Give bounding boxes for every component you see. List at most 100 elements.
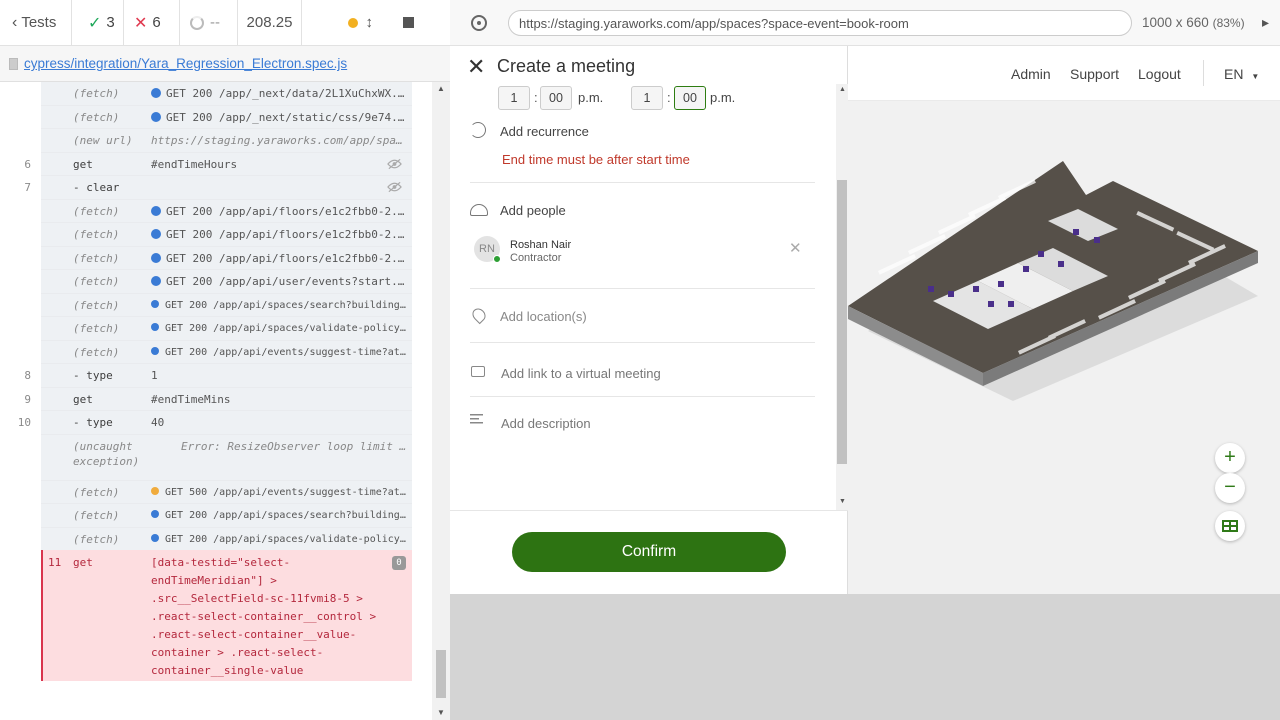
command-row[interactable]: 6 get #endTimeHours bbox=[24, 152, 412, 176]
command-message-text: GET 200 /app/api/spaces/validate-policy?… bbox=[165, 533, 407, 545]
reporter-header: ‹ Tests ✓ 3 ✕ 6 -- 208.25 ↕ bbox=[0, 0, 450, 46]
admin-link[interactable]: Admin bbox=[1011, 66, 1051, 82]
command-row[interactable]: 10 - type 40 bbox=[18, 411, 412, 435]
scroll-down-icon[interactable]: ▼ bbox=[839, 498, 846, 505]
command-message: GET 200 /app/api/floors/e1c2fbb0-2... bbox=[151, 205, 407, 218]
command-number: 8 bbox=[24, 369, 31, 382]
command-message-text: GET 200 /app/_next/static/css/9e74... bbox=[166, 110, 407, 124]
command-log: (fetch) GET 200 /app/_next/data/2L1XuChxW… bbox=[0, 82, 432, 698]
divider bbox=[470, 342, 815, 343]
failed-count[interactable]: ✕ 6 bbox=[124, 0, 180, 46]
pending-count[interactable]: -- bbox=[180, 0, 238, 46]
panel-scrollbar-thumb[interactable] bbox=[837, 180, 847, 464]
command-row[interactable]: (new url) https://staging.yaraworks.com/a… bbox=[41, 129, 412, 153]
duration-value: 208.25 bbox=[246, 14, 293, 31]
url-input[interactable]: https://staging.yaraworks.com/app/spaces… bbox=[508, 10, 1132, 36]
auto-scroll-toggle[interactable]: ↕ bbox=[366, 14, 374, 31]
passed-count[interactable]: ✓ 3 bbox=[72, 0, 124, 46]
viewport-zoom: (83%) bbox=[1212, 16, 1245, 30]
reporter-scrollbar[interactable]: ▲ ▼ bbox=[432, 82, 450, 720]
confirm-button[interactable]: Confirm bbox=[512, 532, 786, 572]
command-row[interactable]: (fetch) GET 200 /app/api/spaces/search?bu… bbox=[41, 504, 412, 528]
command-row[interactable]: (fetch) GET 200 /app/api/spaces/validate-… bbox=[41, 527, 412, 551]
floor-view-button[interactable] bbox=[1215, 511, 1245, 541]
command-row[interactable]: (fetch) GET 200 /app/api/floors/e1c2fbb0-… bbox=[41, 246, 412, 270]
request-status-dot bbox=[151, 205, 161, 216]
command-message-text: #endTimeMins bbox=[151, 392, 231, 406]
stop-button[interactable] bbox=[403, 17, 414, 28]
file-icon bbox=[9, 57, 18, 70]
add-people-button[interactable]: Add people bbox=[500, 203, 566, 218]
command-message: GET 500 /app/api/events/suggest-time?att… bbox=[151, 486, 407, 498]
create-meeting-panel: ✕ Create a meeting 1 : 00 p.m. 1 : 00 p.… bbox=[450, 46, 848, 594]
scroll-up-icon[interactable]: ▲ bbox=[437, 84, 445, 93]
panel-scrollbar[interactable]: ▲ ▼ bbox=[836, 84, 848, 510]
command-message-text: GET 200 /app/api/spaces/search?buildingU… bbox=[165, 299, 407, 311]
command-row[interactable]: 7 - clear bbox=[24, 176, 412, 200]
end-minute-input[interactable]: 00 bbox=[674, 86, 706, 110]
app-under-test: Admin Support Logout EN ▼ + − ✕ Create a… bbox=[450, 46, 1280, 594]
command-message-text: GET 200 /app/api/spaces/validate-policy?… bbox=[165, 323, 407, 334]
command-row[interactable]: (fetch) GET 200 /app/_next/static/css/9e7… bbox=[41, 105, 412, 129]
support-link[interactable]: Support bbox=[1070, 66, 1119, 82]
description-icon bbox=[470, 414, 483, 425]
attendee-name: Roshan Nair bbox=[510, 239, 572, 251]
add-recurrence-button[interactable]: Add recurrence bbox=[500, 124, 589, 139]
spec-path-link[interactable]: cypress/integration/Yara_Regression_Elec… bbox=[24, 56, 347, 71]
zoom-out-button[interactable]: − bbox=[1215, 473, 1245, 503]
remove-attendee-icon[interactable]: ✕ bbox=[789, 239, 802, 257]
command-message-text: GET 200 /app/api/events/suggest-time?att… bbox=[165, 346, 407, 358]
grid-icon bbox=[1222, 520, 1238, 532]
aut-background bbox=[450, 594, 1280, 720]
command-message-text: GET 200 /app/api/floors/e1c2fbb0-2... bbox=[166, 251, 407, 265]
command-row[interactable]: (fetch) GET 200 /app/api/user/events?star… bbox=[41, 270, 412, 294]
command-message: 40 bbox=[151, 416, 407, 429]
logout-link[interactable]: Logout bbox=[1138, 66, 1181, 82]
command-row[interactable]: (fetch) GET 500 /app/api/events/suggest-t… bbox=[41, 480, 412, 504]
zoom-in-button[interactable]: + bbox=[1215, 443, 1245, 473]
add-location-input[interactable]: Add location(s) bbox=[500, 309, 587, 324]
close-icon[interactable]: ✕ bbox=[467, 54, 485, 80]
scroll-down-icon[interactable]: ▼ bbox=[437, 708, 445, 717]
end-hour-input[interactable]: 1 bbox=[631, 86, 663, 110]
online-status-dot bbox=[493, 255, 501, 263]
failed-command-row[interactable]: 11 get [data-testid="select-endTimeMerid… bbox=[41, 550, 412, 681]
command-name: (fetch) bbox=[73, 532, 120, 546]
command-message-text: GET 200 /app/api/user/events?start... bbox=[166, 275, 407, 288]
info-icon[interactable]: ▸ bbox=[1262, 14, 1269, 31]
command-row[interactable]: (uncaught exception) Error: ResizeObserver… bbox=[41, 434, 412, 481]
back-to-tests-button[interactable]: ‹ Tests bbox=[0, 0, 72, 46]
add-description-input[interactable]: Add description bbox=[501, 416, 591, 431]
command-row[interactable]: (fetch) GET 200 /app/api/events/suggest-t… bbox=[41, 340, 412, 364]
command-number: 10 bbox=[17, 416, 31, 429]
command-row[interactable]: (fetch) GET 200 /app/api/floors/e1c2fbb0-… bbox=[41, 223, 412, 247]
command-selector: [data-testid="select-endTimeMeridian"] >… bbox=[151, 556, 377, 677]
command-name: (fetch) bbox=[73, 204, 120, 218]
command-message: GET 200 /app/api/spaces/validate-policy?… bbox=[151, 323, 407, 334]
start-minute-input[interactable]: 00 bbox=[540, 86, 572, 110]
command-row[interactable]: (fetch) GET 200 /app/api/spaces/search?bu… bbox=[41, 293, 412, 317]
command-row[interactable]: (fetch) GET 200 /app/api/spaces/validate-… bbox=[41, 317, 412, 341]
command-name: (fetch) bbox=[73, 251, 120, 265]
command-number: 9 bbox=[24, 392, 31, 406]
start-hour-input[interactable]: 1 bbox=[498, 86, 530, 110]
start-meridian-select[interactable]: p.m. bbox=[578, 90, 603, 105]
request-status-dot bbox=[151, 229, 161, 239]
command-row[interactable]: 8 - type 1 bbox=[24, 364, 412, 388]
command-row[interactable]: (fetch) GET 200 /app/api/floors/e1c2fbb0-… bbox=[41, 199, 412, 223]
floor-map[interactable]: + − bbox=[848, 101, 1280, 594]
scrollbar-thumb[interactable] bbox=[436, 650, 446, 698]
failed-number: 6 bbox=[152, 14, 161, 31]
command-name: (fetch) bbox=[73, 485, 120, 499]
command-name: (fetch) bbox=[73, 298, 120, 312]
command-row[interactable]: (fetch) GET 200 /app/_next/data/2L1XuChxW… bbox=[41, 82, 412, 106]
command-row[interactable]: 9 get #endTimeMins bbox=[24, 387, 412, 411]
language-value: EN bbox=[1224, 66, 1244, 82]
command-number: 11 bbox=[48, 556, 62, 569]
request-status-dot bbox=[151, 276, 161, 286]
viewport-info[interactable]: 1000 x 660 (83%) bbox=[1142, 15, 1245, 30]
language-select[interactable]: EN ▼ bbox=[1224, 66, 1259, 82]
add-virtual-meeting-input[interactable]: Add link to a virtual meeting bbox=[501, 366, 661, 381]
scroll-up-icon[interactable]: ▲ bbox=[839, 86, 846, 93]
end-meridian-select[interactable]: p.m. bbox=[710, 90, 735, 105]
